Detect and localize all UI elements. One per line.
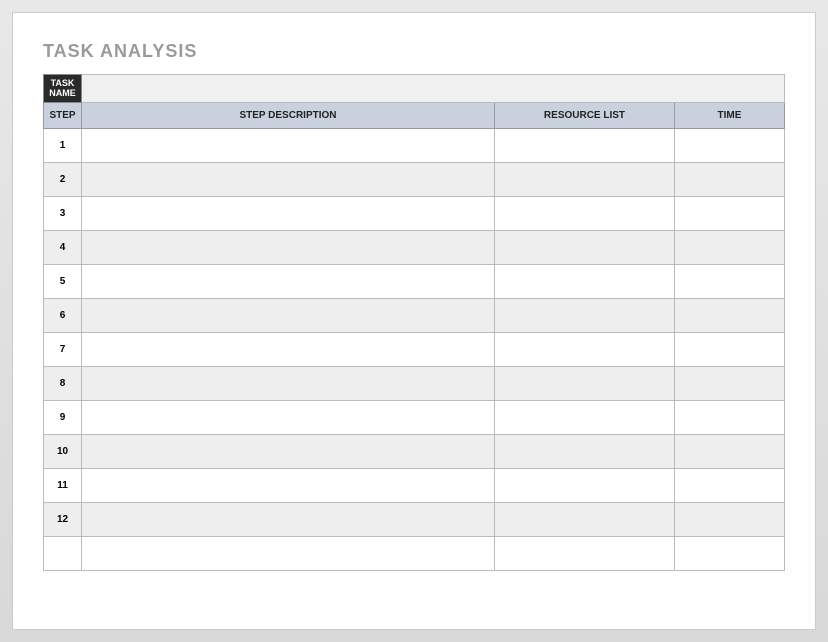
resource-list [494, 401, 674, 435]
step-description [82, 197, 495, 231]
step-description [82, 401, 495, 435]
step-number: 7 [44, 333, 82, 367]
resource-list [494, 163, 674, 197]
time-value [674, 231, 784, 265]
step-number [44, 537, 82, 571]
task-name-header: TASKNAME [44, 75, 82, 103]
time-value [674, 333, 784, 367]
step-number: 1 [44, 129, 82, 163]
task-name-value [82, 75, 785, 103]
step-number: 4 [44, 231, 82, 265]
task-analysis-table: TASKNAME STEP STEP DESCRIPTION RESOURCE … [43, 74, 785, 571]
step-number: 8 [44, 367, 82, 401]
table-row: 5 [44, 265, 785, 299]
table-row: 2 [44, 163, 785, 197]
step-number: 3 [44, 197, 82, 231]
resource-list [494, 435, 674, 469]
time-value [674, 435, 784, 469]
time-value [674, 163, 784, 197]
column-header-resource: RESOURCE LIST [494, 103, 674, 129]
table-row: 9 [44, 401, 785, 435]
time-value [674, 265, 784, 299]
analysis-table: TASKNAME STEP STEP DESCRIPTION RESOURCE … [43, 74, 785, 571]
page-title: TASK ANALYSIS [43, 41, 785, 62]
column-header-description: STEP DESCRIPTION [82, 103, 495, 129]
step-number: 6 [44, 299, 82, 333]
time-value [674, 503, 784, 537]
table-row: 11 [44, 469, 785, 503]
step-number: 10 [44, 435, 82, 469]
time-value [674, 299, 784, 333]
resource-list [494, 469, 674, 503]
time-value [674, 367, 784, 401]
step-description [82, 537, 495, 571]
table-row [44, 537, 785, 571]
table-row: 6 [44, 299, 785, 333]
table-row: 7 [44, 333, 785, 367]
step-description [82, 435, 495, 469]
table-row: 3 [44, 197, 785, 231]
resource-list [494, 299, 674, 333]
step-description [82, 231, 495, 265]
resource-list [494, 537, 674, 571]
resource-list [494, 197, 674, 231]
resource-list [494, 333, 674, 367]
table-row: 12 [44, 503, 785, 537]
task-name-row: TASKNAME [44, 75, 785, 103]
step-description [82, 333, 495, 367]
step-description [82, 469, 495, 503]
step-number: 2 [44, 163, 82, 197]
step-number: 11 [44, 469, 82, 503]
time-value [674, 129, 784, 163]
time-value [674, 197, 784, 231]
resource-list [494, 231, 674, 265]
resource-list [494, 367, 674, 401]
time-value [674, 401, 784, 435]
time-value [674, 469, 784, 503]
step-description [82, 265, 495, 299]
step-number: 5 [44, 265, 82, 299]
table-row: 1 [44, 129, 785, 163]
table-row: 4 [44, 231, 785, 265]
resource-list [494, 503, 674, 537]
step-description [82, 163, 495, 197]
time-value [674, 537, 784, 571]
step-number: 9 [44, 401, 82, 435]
resource-list [494, 129, 674, 163]
step-description [82, 299, 495, 333]
column-header-row: STEP STEP DESCRIPTION RESOURCE LIST TIME [44, 103, 785, 129]
table-row: 10 [44, 435, 785, 469]
resource-list [494, 265, 674, 299]
step-description [82, 367, 495, 401]
column-header-step: STEP [44, 103, 82, 129]
step-description [82, 129, 495, 163]
document-page: TASK ANALYSIS TASKNAME STEP STEP DESCRIP… [12, 12, 816, 630]
column-header-time: TIME [674, 103, 784, 129]
step-number: 12 [44, 503, 82, 537]
table-row: 8 [44, 367, 785, 401]
step-description [82, 503, 495, 537]
